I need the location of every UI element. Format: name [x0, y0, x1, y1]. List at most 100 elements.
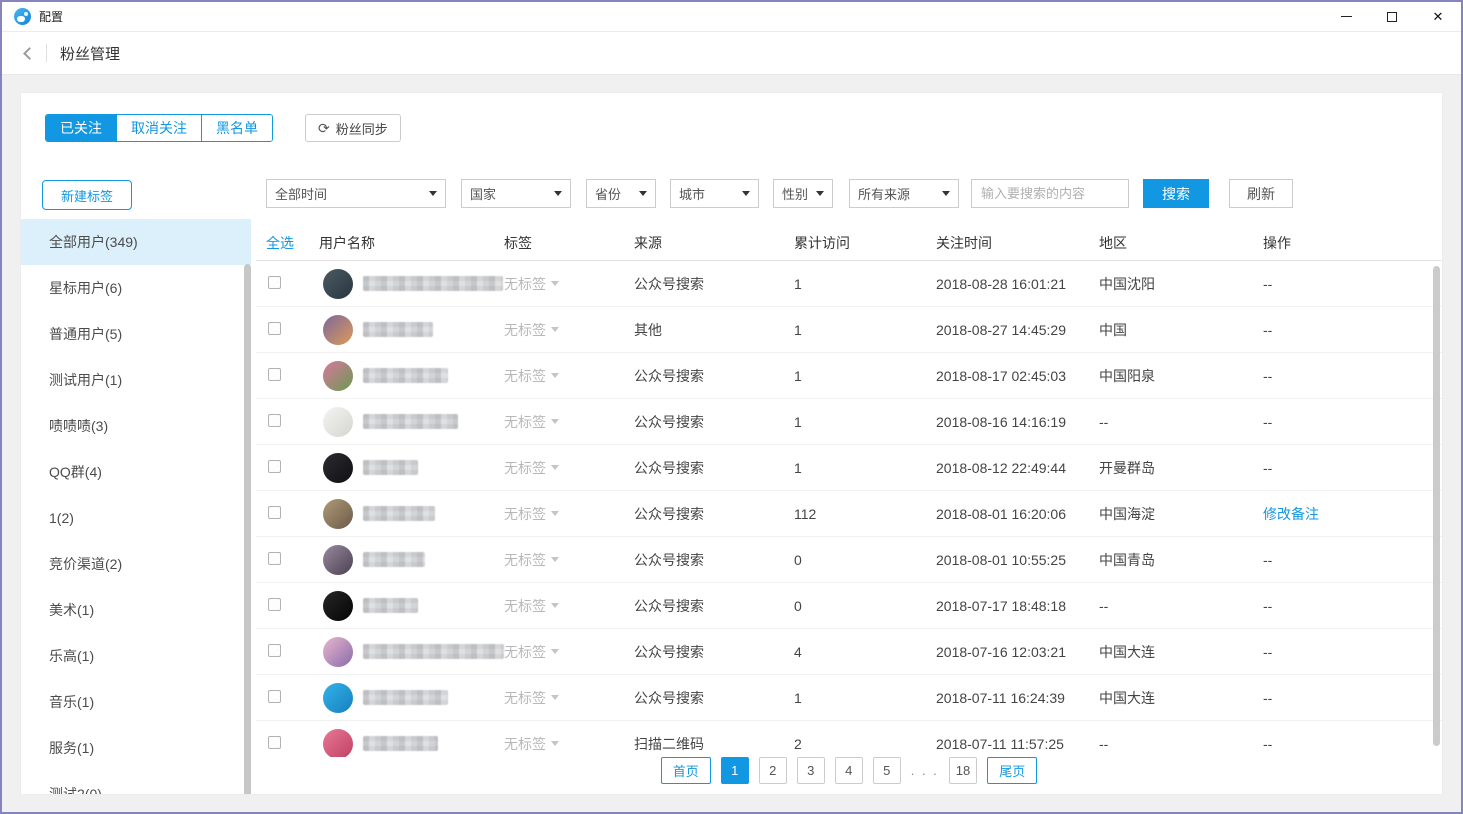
tag-dropdown[interactable]: 无标签	[504, 596, 559, 616]
back-button[interactable]	[19, 44, 37, 62]
tag-dropdown[interactable]: 无标签	[504, 688, 559, 708]
gender-filter-select[interactable]: 性别	[773, 179, 833, 208]
sidebar-item[interactable]: 音乐(1)	[21, 679, 251, 725]
row-checkbox[interactable]	[268, 460, 281, 473]
user-avatar	[323, 453, 353, 483]
sidebar-item[interactable]: 啧啧啧(3)	[21, 403, 251, 449]
column-header-region: 地区	[1099, 233, 1263, 253]
app-logo-icon	[14, 8, 31, 25]
tag-dropdown[interactable]: 无标签	[504, 366, 559, 386]
sidebar-scrollbar[interactable]	[244, 264, 251, 794]
tag-dropdown[interactable]: 无标签	[504, 412, 559, 432]
column-header-tag: 标签	[504, 233, 634, 253]
visits-cell: 112	[794, 506, 936, 522]
chevron-down-icon	[551, 419, 559, 424]
follow-time-cell: 2018-08-12 22:49:44	[936, 460, 1099, 476]
tag-dropdown[interactable]: 无标签	[504, 458, 559, 478]
time-filter-select[interactable]: 全部时间	[266, 179, 446, 208]
fan-sync-button[interactable]: ⟳ 粉丝同步	[305, 114, 401, 142]
tag-dropdown[interactable]: 无标签	[504, 320, 559, 340]
action-cell: --	[1263, 736, 1272, 752]
row-checkbox[interactable]	[268, 322, 281, 335]
search-input[interactable]	[971, 179, 1129, 208]
maximize-button[interactable]	[1369, 2, 1415, 32]
titlebar: 配置 ✕	[2, 2, 1461, 32]
tab-已关注[interactable]: 已关注	[46, 115, 116, 141]
chevron-down-icon	[429, 191, 437, 196]
tag-dropdown[interactable]: 无标签	[504, 504, 559, 524]
tag-dropdown[interactable]: 无标签	[504, 274, 559, 294]
sidebar-item[interactable]: 1(2)	[21, 495, 251, 541]
search-button[interactable]: 搜索	[1143, 179, 1209, 208]
page-button-4[interactable]: 4	[835, 757, 863, 784]
page-button-3[interactable]: 3	[797, 757, 825, 784]
tab-取消关注[interactable]: 取消关注	[116, 115, 201, 141]
row-checkbox[interactable]	[268, 414, 281, 427]
page-button-2[interactable]: 2	[759, 757, 787, 784]
region-cell: 中国	[1099, 320, 1263, 340]
country-filter-select[interactable]: 国家	[461, 179, 571, 208]
toolbar-row: 已关注取消关注黑名单 ⟳ 粉丝同步	[45, 114, 401, 142]
user-name-redacted	[363, 414, 458, 429]
source-filter-select[interactable]: 所有来源	[849, 179, 959, 208]
window-controls: ✕	[1323, 2, 1461, 32]
tab-黑名单[interactable]: 黑名单	[201, 115, 272, 141]
column-header-visits: 累计访问	[794, 233, 936, 253]
sidebar-item[interactable]: 测试2(0)	[21, 771, 251, 794]
sidebar-item[interactable]: QQ群(4)	[21, 449, 251, 495]
source-cell: 公众号搜索	[634, 504, 794, 524]
sidebar-item[interactable]: 测试用户(1)	[21, 357, 251, 403]
user-avatar	[323, 637, 353, 667]
row-checkbox[interactable]	[268, 736, 281, 749]
page-button-18[interactable]: 18	[949, 757, 977, 784]
page-header: 粉丝管理	[2, 32, 1461, 75]
follow-time-cell: 2018-08-28 16:01:21	[936, 276, 1099, 292]
minimize-button[interactable]	[1323, 2, 1369, 32]
city-filter-select[interactable]: 城市	[670, 179, 759, 208]
user-avatar	[323, 499, 353, 529]
tag-dropdown[interactable]: 无标签	[504, 642, 559, 662]
sidebar-item[interactable]: 乐高(1)	[21, 633, 251, 679]
row-checkbox[interactable]	[268, 506, 281, 519]
table-row: 无标签公众号搜索12018-08-16 14:16:19----	[256, 399, 1442, 445]
page-button-5[interactable]: 5	[873, 757, 901, 784]
sidebar-item[interactable]: 星标用户(6)	[21, 265, 251, 311]
header-divider	[46, 44, 47, 62]
row-checkbox[interactable]	[268, 276, 281, 289]
page-button-尾页[interactable]: 尾页	[987, 757, 1037, 784]
sidebar-item[interactable]: 美术(1)	[21, 587, 251, 633]
sidebar-item[interactable]: 全部用户(349)	[21, 219, 251, 265]
sidebar-item[interactable]: 竞价渠道(2)	[21, 541, 251, 587]
page-button-首页[interactable]: 首页	[661, 757, 711, 784]
table-scrollbar[interactable]	[1433, 266, 1440, 746]
row-checkbox[interactable]	[268, 644, 281, 657]
table-row: 无标签公众号搜索12018-08-12 22:49:44开曼群岛--	[256, 445, 1442, 491]
page-button-...: . . .	[911, 757, 939, 784]
follow-time-cell: 2018-08-01 16:20:06	[936, 506, 1099, 522]
select-all-link[interactable]: 全选	[266, 235, 294, 251]
user-name-redacted	[363, 644, 504, 659]
table-row: 无标签其他12018-08-27 14:45:29中国--	[256, 307, 1442, 353]
row-checkbox[interactable]	[268, 598, 281, 611]
new-tag-button[interactable]: 新建标签	[42, 180, 132, 210]
page-content: 已关注取消关注黑名单 ⟳ 粉丝同步 新建标签 全部用户(349)星标用户(6)普…	[2, 75, 1461, 812]
sidebar-item[interactable]: 服务(1)	[21, 725, 251, 771]
close-button[interactable]: ✕	[1415, 2, 1461, 32]
user-avatar	[323, 591, 353, 621]
row-checkbox[interactable]	[268, 552, 281, 565]
chevron-down-icon	[551, 695, 559, 700]
row-checkbox[interactable]	[268, 368, 281, 381]
province-filter-select[interactable]: 省份	[586, 179, 656, 208]
page-button-1[interactable]: 1	[721, 757, 749, 784]
row-checkbox[interactable]	[268, 690, 281, 703]
table-row: 无标签公众号搜索1122018-08-01 16:20:06中国海淀修改备注	[256, 491, 1442, 537]
refresh-button[interactable]: 刷新	[1229, 179, 1293, 208]
sidebar-item[interactable]: 普通用户(5)	[21, 311, 251, 357]
user-avatar	[323, 361, 353, 391]
chevron-down-icon	[551, 465, 559, 470]
user-name-redacted	[363, 598, 418, 613]
action-cell: --	[1263, 276, 1272, 292]
tag-dropdown[interactable]: 无标签	[504, 734, 559, 754]
tag-dropdown[interactable]: 无标签	[504, 550, 559, 570]
action-cell[interactable]: 修改备注	[1263, 506, 1319, 522]
